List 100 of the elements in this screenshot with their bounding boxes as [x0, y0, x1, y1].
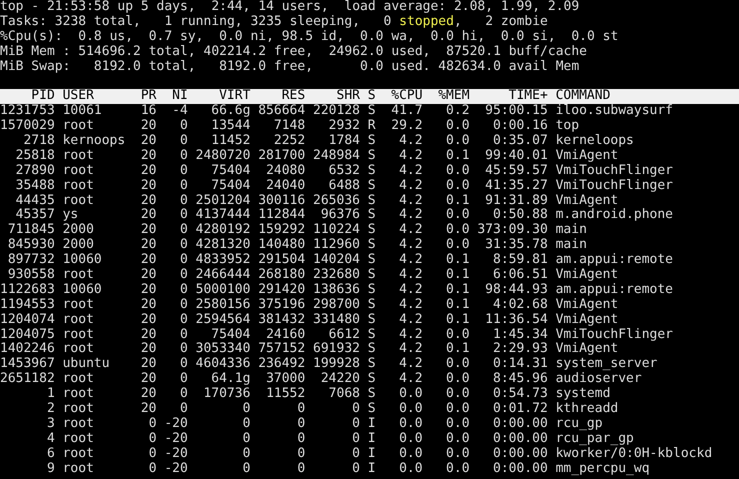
table-cell-text: kernoops: [62, 134, 126, 149]
table-cell-text: S: [366, 328, 376, 342]
table-cell-text: 0: [178, 208, 188, 223]
column-header: TIME+: [508, 89, 548, 104]
table-cell-text: audioserver: [554, 372, 643, 387]
table-cell-text: 4.2: [398, 223, 423, 238]
table-cell-text: 1: [46, 387, 55, 402]
table-cell-text: 10060: [62, 253, 103, 268]
table-cell-text: -20: [163, 462, 188, 476]
table-cell: 2651182: [0, 372, 55, 388]
table-cell-text: 20: [140, 178, 157, 194]
table-cell-text: 268180: [257, 268, 306, 283]
table-cell-text: 7148: [272, 119, 306, 134]
table-cell-text: S: [366, 402, 376, 417]
table-cell-text: 29.2: [390, 119, 423, 134]
table-cell-text: 20: [140, 268, 157, 283]
table-cell-text: 0.0: [445, 238, 470, 253]
table-cell-text: 0: [242, 416, 250, 432]
table-cell-text: 0: [178, 253, 188, 268]
table-cell-text: root: [62, 328, 95, 342]
table-cell-text: 298700: [312, 298, 360, 313]
table-cell-text: 75404: [210, 178, 250, 194]
table-cell-text: 4.2: [398, 298, 423, 313]
table-cell-text: 2932: [328, 119, 360, 134]
table-cell-text: am.appui:remote: [554, 282, 674, 298]
table-cell-text: root: [62, 402, 95, 417]
table-cell-text: 20: [140, 134, 157, 149]
table-cell-text: 140480: [257, 238, 306, 253]
table-cell-text: 300116: [257, 194, 306, 208]
table-cell-text: 170736: [202, 387, 250, 402]
table-cell-text: 2718: [22, 134, 55, 149]
table-cell-text: 0: [351, 402, 360, 417]
table-cell-text: 331480: [312, 312, 360, 328]
table-cell-text: 1784: [328, 134, 360, 149]
table-cell-text: 0: [148, 446, 157, 462]
table-cell-text: 41:35.27: [484, 178, 548, 194]
table-cell-text: 110224: [312, 223, 360, 238]
table-cell-text: 75404: [210, 328, 250, 342]
table-cell-text: 4: [46, 432, 55, 447]
table-cell-text: 0:00.00: [492, 432, 548, 447]
column-header: NI: [171, 89, 188, 104]
table-cell-text: 2000: [62, 238, 95, 253]
table-cell-text: 2480720: [194, 148, 250, 164]
table-cell-text: root: [62, 342, 95, 357]
table-cell-text: 373:09.30: [476, 223, 548, 238]
table-cell-text: 0: [242, 462, 250, 476]
table-cell-text: 1231753: [0, 104, 55, 119]
column-header: RES: [280, 89, 306, 104]
table-cell-text: 4.2: [398, 238, 423, 253]
table-cell-text: 4280192: [194, 223, 250, 238]
table-cell-text: S: [366, 223, 376, 238]
table-cell-text: 0.0: [445, 357, 470, 372]
table-cell-text: 0: [296, 402, 306, 417]
table-cell-text: 20: [140, 194, 157, 208]
table-cell-text: 4281320: [194, 238, 250, 253]
table-cell-text: 20: [140, 148, 157, 164]
table-cell-text: 4137444: [194, 208, 250, 223]
table-cell-text: 37000: [265, 372, 306, 387]
table-cell-text: 6: [46, 446, 55, 462]
table-cell-text: 20: [140, 298, 157, 313]
table-cell-text: -4: [171, 104, 188, 119]
table-cell-text: 0.1: [445, 342, 470, 357]
table-cell-text: VmiAgent: [554, 148, 620, 164]
table-cell-text: 199928: [312, 357, 360, 372]
table-cell-text: main: [554, 238, 588, 253]
table-cell-text: 0: [178, 328, 188, 342]
table-cell-text: 291420: [257, 282, 306, 298]
table-cell-text: 0.0: [445, 119, 470, 134]
table-cell-text: S: [366, 178, 376, 194]
table-cell-text: 27890: [14, 164, 55, 179]
table-cell-text: 1453967: [0, 357, 55, 372]
table-cell-text: 0:01.72: [492, 402, 548, 417]
table-cell-text: S: [366, 298, 376, 313]
table-cell-text: 2: [46, 402, 55, 417]
table-cell-text: 20: [140, 328, 157, 342]
table-cell-text: 0: [148, 462, 157, 476]
table-cell-text: 0: [296, 462, 306, 476]
table-cell-text: 75404: [210, 164, 250, 179]
table-cell-text: 0: [178, 164, 188, 179]
table-cell-text: 0: [178, 298, 188, 313]
table-cell-text: 95:00.15: [484, 104, 548, 119]
table-cell-text: 4.2: [398, 194, 423, 208]
table-cell-text: 0.0: [445, 387, 470, 402]
table-cell-text: 20: [140, 164, 157, 179]
table-cell-text: 20: [140, 312, 157, 328]
table-cell-text: 4:02.68: [492, 298, 548, 313]
table-cell-text: 0: [242, 402, 250, 417]
table-cell-text: 0.0: [445, 328, 470, 342]
table-cell-text: root: [62, 432, 95, 447]
table-cell-text: S: [366, 312, 376, 328]
table-cell-text: rcu_gp: [554, 416, 604, 432]
table-cell-text: 41.7: [390, 104, 423, 119]
table-cell-text: S: [366, 194, 376, 208]
table-cell-text: VmiAgent: [554, 194, 620, 208]
table-cell-text: 4833952: [194, 253, 250, 268]
table-cell-text: 0: [296, 432, 306, 447]
table-cell-text: 0: [351, 432, 360, 447]
table-cell-text: 0:54.73: [492, 387, 548, 402]
table-cell-text: 0.0: [445, 432, 470, 447]
table-cell-text: root: [62, 312, 95, 328]
